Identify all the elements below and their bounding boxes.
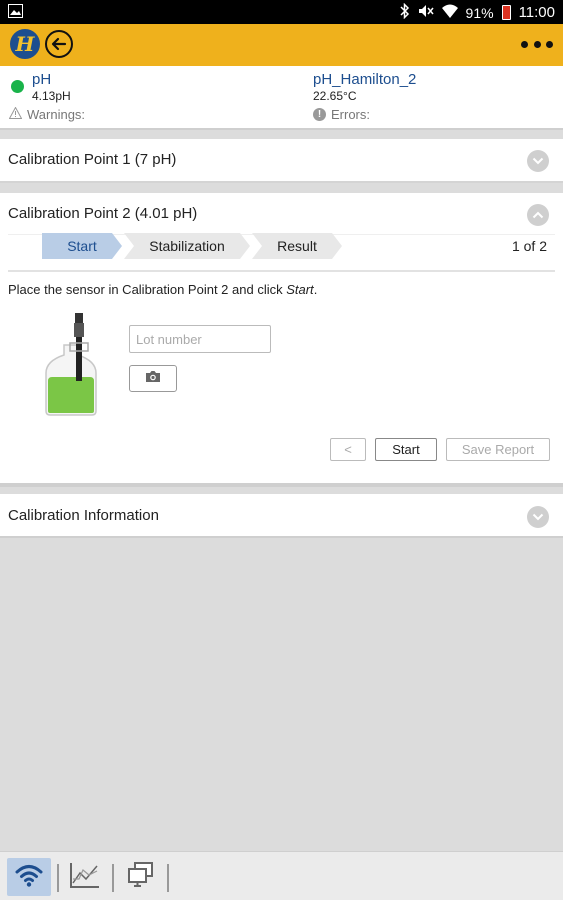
- errors: ! Errors:: [313, 107, 370, 122]
- wifi-tab[interactable]: [7, 858, 51, 896]
- app-bar: H: [0, 24, 563, 66]
- calibration-point-2-panel: Calibration Point 2 (4.01 pH) Start Stab…: [0, 193, 563, 483]
- lot-number-input[interactable]: [129, 325, 271, 353]
- parameter-name: pH: [32, 71, 52, 88]
- more-icon[interactable]: [521, 41, 553, 51]
- step-stabilization: Stabilization: [124, 233, 250, 259]
- warnings: Warnings:: [8, 106, 86, 122]
- step-start: Start: [42, 233, 122, 259]
- camera-button[interactable]: [129, 365, 177, 392]
- wifi-icon: [441, 4, 458, 21]
- sensor-beaker-illustration: [40, 311, 102, 422]
- panel-title-info: Calibration Information: [8, 507, 159, 524]
- hamilton-logo[interactable]: H: [10, 29, 40, 59]
- sensor-name: pH_Hamilton_2: [313, 71, 417, 88]
- bottom-navigation: [0, 851, 563, 900]
- image-icon: [8, 4, 23, 21]
- mute-icon: [418, 4, 434, 21]
- clock: 11:00: [518, 4, 555, 21]
- divider: [112, 864, 114, 892]
- page-count: 1 of 2: [511, 238, 547, 254]
- battery-icon: [501, 5, 511, 20]
- error-icon: !: [313, 108, 326, 121]
- errors-label: Errors:: [331, 107, 370, 122]
- parameter-value: 4.13pH: [32, 89, 71, 103]
- chevron-down-icon[interactable]: [527, 506, 549, 528]
- panel-title-cp2[interactable]: Calibration Point 2 (4.01 pH): [8, 205, 197, 222]
- temperature-value: 22.65°C: [313, 89, 357, 103]
- previous-button[interactable]: <: [330, 438, 366, 461]
- divider: [57, 864, 59, 892]
- line-chart-icon: [69, 861, 101, 894]
- wifi-icon: [14, 862, 44, 893]
- divider: [8, 270, 555, 272]
- windows-tab[interactable]: [118, 858, 162, 896]
- step-result: Result: [252, 233, 342, 259]
- sensor-summary[interactable]: pH 4.13pH Warnings: pH_Hamilton_2 22.65°…: [0, 66, 563, 128]
- bluetooth-icon: [400, 2, 410, 22]
- chevron-down-icon[interactable]: [527, 150, 549, 172]
- panel-title-cp1: Calibration Point 1 (7 pH): [8, 151, 177, 168]
- camera-icon: [145, 370, 161, 388]
- back-icon[interactable]: [45, 30, 73, 58]
- divider: [0, 128, 563, 130]
- instruction-text: Place the sensor in Calibration Point 2 …: [8, 282, 318, 297]
- chart-tab[interactable]: [63, 858, 107, 896]
- divider: [167, 864, 169, 892]
- status-dot: [11, 80, 24, 93]
- calibration-point-1-panel[interactable]: Calibration Point 1 (7 pH): [0, 139, 563, 183]
- warning-icon: [8, 106, 23, 122]
- logo-letter: H: [15, 32, 35, 56]
- chevron-up-icon[interactable]: [527, 204, 549, 226]
- warnings-label: Warnings:: [27, 107, 86, 122]
- windows-icon: [125, 861, 155, 894]
- progress-stepper: Start Stabilization Result: [42, 233, 344, 259]
- calibration-information-panel[interactable]: Calibration Information: [0, 494, 563, 538]
- divider: [0, 483, 563, 487]
- battery-percent: 91%: [465, 4, 494, 21]
- save-report-button[interactable]: Save Report: [446, 438, 550, 461]
- start-button[interactable]: Start: [375, 438, 437, 461]
- status-bar: 91% 11:00: [0, 0, 563, 24]
